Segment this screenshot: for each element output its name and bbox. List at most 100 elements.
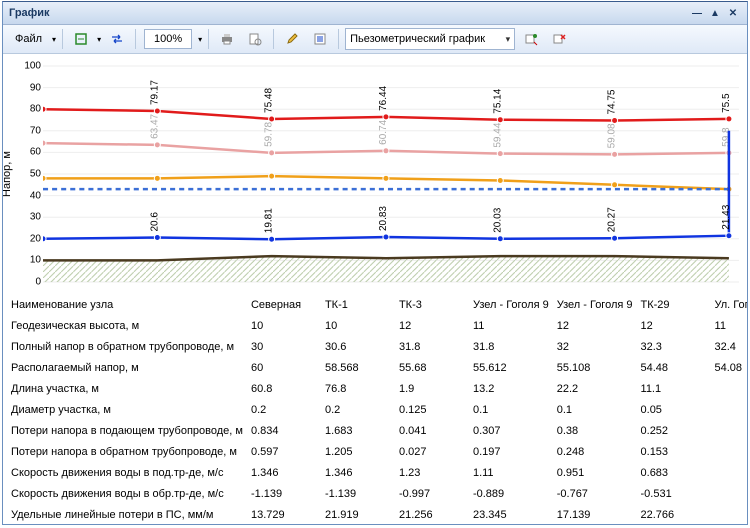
y-tick: 30 — [30, 212, 41, 223]
cell: Узел - Гоголя 9 — [469, 294, 553, 315]
cell: 0.307 — [469, 420, 553, 441]
y-tick: 0 — [35, 277, 41, 288]
cell: 55.108 — [553, 357, 637, 378]
cell: 0.1 — [469, 399, 553, 420]
y-tick: 60 — [30, 147, 41, 158]
chart-type-combo[interactable]: Пьезометрический график ▾ — [345, 28, 515, 50]
sync-icon[interactable] — [69, 27, 93, 51]
table-row: Диаметр участка, м0.20.20.1250.10.10.05 — [3, 399, 747, 420]
print-icon[interactable] — [215, 27, 239, 51]
zoom-combo[interactable]: 100% — [144, 29, 192, 49]
cell: 60 — [247, 357, 321, 378]
table-row: Удельные линейные потери в ПС, мм/м13.72… — [3, 504, 747, 524]
svg-text:80: 80 — [43, 92, 46, 104]
cell: 0.248 — [553, 441, 637, 462]
cell: 0.597 — [247, 441, 321, 462]
window-title: График — [9, 7, 50, 19]
svg-text:75.5: 75.5 — [721, 93, 732, 113]
minimize-button[interactable]: — — [689, 6, 705, 20]
y-tick: 10 — [30, 255, 41, 266]
cell: 0.252 — [637, 420, 711, 441]
svg-text:63.47: 63.47 — [149, 113, 160, 138]
add-series-icon[interactable] — [519, 27, 543, 51]
cell: 55.612 — [469, 357, 553, 378]
cell: 0.2 — [321, 399, 395, 420]
cell — [711, 441, 747, 462]
cell: 76.8 — [321, 378, 395, 399]
cell: 11.1 — [637, 378, 711, 399]
svg-text:60.74: 60.74 — [378, 119, 389, 144]
table-row: Длина участка, м60.876.81.913.222.211.1 — [3, 378, 747, 399]
close-button[interactable]: ✕ — [725, 6, 741, 20]
cell: -0.531 — [637, 483, 711, 504]
checklist-icon[interactable] — [308, 27, 332, 51]
data-table: Наименование узлаСевернаяТК-1ТК-3Узел - … — [3, 294, 747, 524]
edit-icon[interactable] — [280, 27, 304, 51]
cell — [711, 483, 747, 504]
cell: 10 — [247, 315, 321, 336]
row-label: Удельные линейные потери в ПС, мм/м — [3, 504, 247, 524]
svg-text:20.6: 20.6 — [149, 212, 160, 232]
svg-text:59.8: 59.8 — [721, 127, 732, 147]
y-tick: 80 — [30, 104, 41, 115]
cell: 1.683 — [321, 420, 395, 441]
chart: Напор, м 0102030405060708090100 8079.177… — [3, 54, 747, 294]
svg-text:19.81: 19.81 — [264, 208, 275, 233]
row-label: Длина участка, м — [3, 378, 247, 399]
cell: 11 — [711, 315, 747, 336]
cell: 1.9 — [395, 378, 469, 399]
cell — [711, 504, 747, 524]
cell: 22.766 — [637, 504, 711, 524]
y-tick: 50 — [30, 169, 41, 180]
svg-text:20.83: 20.83 — [378, 206, 389, 231]
row-label: Геодезическая высота, м — [3, 315, 247, 336]
file-menu[interactable]: Файл — [9, 31, 48, 47]
cell: 0.951 — [553, 462, 637, 483]
swap-icon[interactable] — [105, 27, 129, 51]
cell: 0.1 — [553, 399, 637, 420]
cell: -0.889 — [469, 483, 553, 504]
row-label: Скорость движения воды в под.тр-де, м/с — [3, 462, 247, 483]
cell: 12 — [395, 315, 469, 336]
table-row: Наименование узлаСевернаяТК-1ТК-3Узел - … — [3, 294, 747, 315]
cell: 30.6 — [321, 336, 395, 357]
cell: 31.8 — [469, 336, 553, 357]
row-label: Потери напора в подающем трубопроводе, м — [3, 420, 247, 441]
y-tick: 40 — [30, 190, 41, 201]
y-tick: 100 — [24, 61, 41, 72]
cell: 0.38 — [553, 420, 637, 441]
cell: Узел - Гоголя 9 — [553, 294, 637, 315]
cell: 12 — [553, 315, 637, 336]
cell: 12 — [637, 315, 711, 336]
svg-text:20: 20 — [43, 221, 46, 233]
svg-text:79.17: 79.17 — [149, 80, 160, 105]
y-tick: 20 — [30, 233, 41, 244]
y-tick: 70 — [30, 125, 41, 136]
cell: 21.256 — [395, 504, 469, 524]
cell: 13.729 — [247, 504, 321, 524]
cell: 54.08 — [711, 357, 747, 378]
cell — [711, 420, 747, 441]
svg-text:20.03: 20.03 — [492, 207, 503, 232]
cell: 22.2 — [553, 378, 637, 399]
svg-text:75.14: 75.14 — [492, 88, 503, 113]
cell: 17.139 — [553, 504, 637, 524]
svg-text:64.3: 64.3 — [43, 117, 46, 137]
svg-text:75.48: 75.48 — [264, 88, 275, 113]
table-row: Потери напора в обратном трубопроводе, м… — [3, 441, 747, 462]
remove-series-icon[interactable] — [547, 27, 571, 51]
cell: 13.2 — [469, 378, 553, 399]
svg-text:76.44: 76.44 — [378, 85, 389, 110]
toolbar: Файл ▾ ▾ 100% ▾ Пьезометрический график … — [3, 25, 747, 54]
cell: 54.48 — [637, 357, 711, 378]
cell: 10 — [321, 315, 395, 336]
cell — [711, 399, 747, 420]
titlebar: График — ▲ ✕ — [3, 2, 747, 25]
maximize-button[interactable]: ▲ — [707, 6, 723, 20]
cell: 1.205 — [321, 441, 395, 462]
cell: 32.3 — [637, 336, 711, 357]
cell: 21.919 — [321, 504, 395, 524]
cell: 0.05 — [637, 399, 711, 420]
preview-icon[interactable] — [243, 27, 267, 51]
cell: 0.041 — [395, 420, 469, 441]
